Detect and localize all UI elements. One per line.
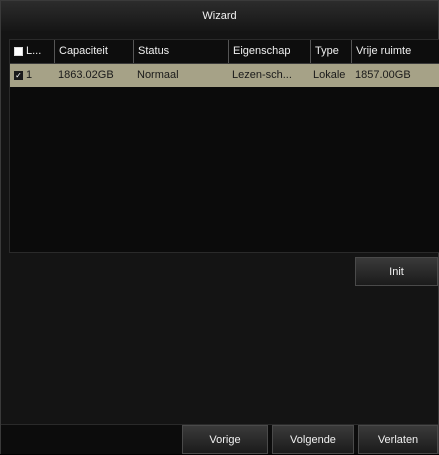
column-header-property[interactable]: Eigenschap — [228, 40, 312, 63]
init-button[interactable]: Init — [355, 257, 438, 286]
row-label: 1 — [26, 69, 33, 81]
previous-button[interactable]: Vorige — [182, 425, 268, 454]
row-capacity: 1863.02GB — [58, 69, 114, 81]
row-type: Lokale — [313, 69, 346, 81]
column-header-label[interactable]: L... — [26, 40, 56, 63]
row-free-space: 1857.00GB — [355, 69, 411, 81]
select-all-checkbox[interactable] — [14, 47, 23, 56]
column-header-free-space[interactable]: Vrije ruimte — [351, 40, 439, 63]
exit-button[interactable]: Verlaten — [358, 425, 438, 454]
column-header-status[interactable]: Status — [133, 40, 229, 63]
window-title: Wizard — [1, 1, 438, 31]
column-header-type[interactable]: Type — [310, 40, 352, 63]
row-checkbox-checked[interactable]: ✓ — [14, 71, 23, 80]
disk-table: L... Capaciteit Status Eigenschap Type V… — [9, 39, 439, 253]
column-header-capacity[interactable]: Capaciteit — [54, 40, 134, 63]
table-header: L... Capaciteit Status Eigenschap Type V… — [10, 40, 439, 64]
wizard-window: Wizard L... Capaciteit Status Eigenschap… — [0, 0, 439, 454]
row-property: Lezen-sch... — [232, 69, 292, 81]
next-button[interactable]: Volgende — [272, 425, 354, 454]
table-row[interactable]: ✓ 1 1863.02GB Normaal Lezen-sch... Lokal… — [10, 64, 439, 87]
row-status: Normaal — [137, 69, 179, 81]
